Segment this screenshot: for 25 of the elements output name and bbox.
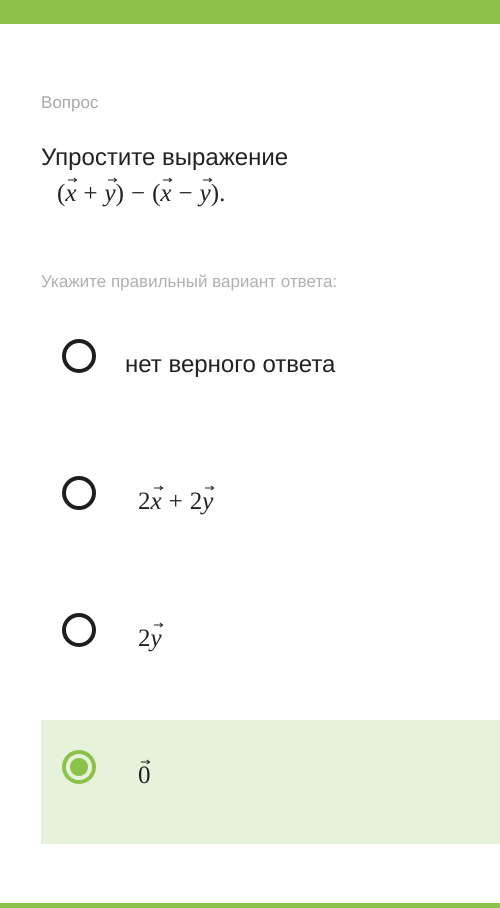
math-symbol: ) <box>116 179 124 209</box>
math-symbol: ). <box>210 179 226 209</box>
math-symbol: ( <box>152 179 160 209</box>
math-operator: − <box>130 179 146 209</box>
math-operator: − <box>178 179 193 209</box>
math-symbol: y <box>104 178 116 210</box>
math-operator: + <box>83 179 98 209</box>
answer-option[interactable]: 2x + 2y <box>41 446 500 570</box>
math-symbol: x <box>65 178 76 210</box>
math-symbol: x <box>150 486 162 518</box>
math-symbol: y <box>150 623 162 655</box>
option-text: нет верного ответа <box>125 351 336 379</box>
math-symbol: y <box>202 486 214 518</box>
math-symbol: 2 <box>138 487 150 517</box>
math-symbol: ( <box>57 179 66 209</box>
question-text: Упростите выражение <box>41 144 290 172</box>
math-symbol: y <box>200 178 211 210</box>
answer-option[interactable]: нет верного ответа <box>41 309 500 433</box>
answer-option[interactable]: 0 <box>41 720 500 844</box>
section-label: Вопрос <box>41 93 100 113</box>
math-symbol: x <box>160 178 172 210</box>
math-symbol: 0 <box>138 760 150 792</box>
instruction-text: Укажите правильный вариант ответа: <box>41 272 338 292</box>
answer-option[interactable]: 2y <box>41 583 500 707</box>
math-operator: + <box>168 487 183 517</box>
